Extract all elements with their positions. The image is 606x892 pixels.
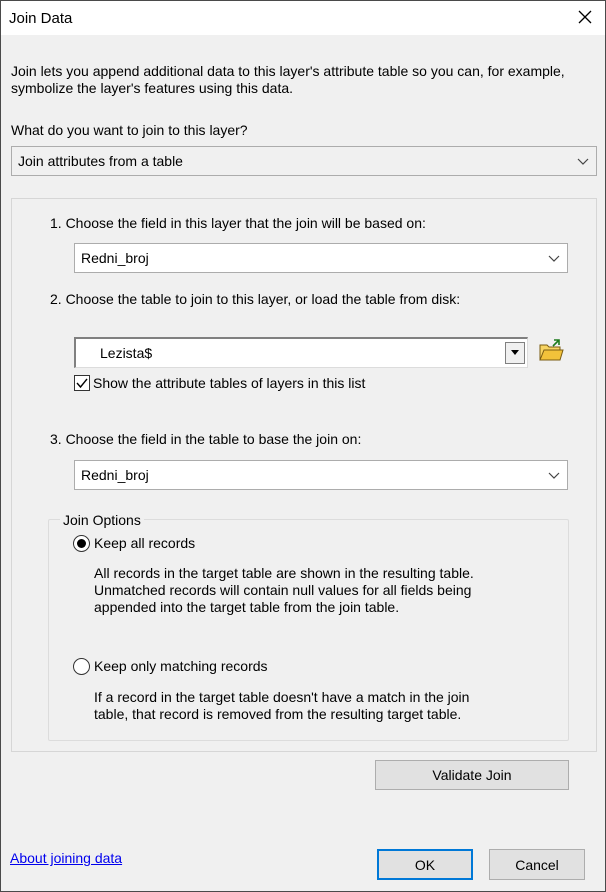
join-table-dropdown[interactable]: Lezista$	[74, 337, 528, 368]
join-table-value: Lezista$	[100, 345, 153, 361]
close-button[interactable]	[567, 1, 603, 33]
close-icon	[578, 10, 592, 24]
keep-matching-desc-line: If a record in the target table doesn't …	[94, 689, 470, 705]
keep-all-desc-line: Unmatched records will contain null valu…	[94, 582, 472, 598]
show-layer-tables-label: Show the attribute tables of layers in t…	[93, 375, 366, 391]
keep-all-desc-line: All records in the target table are show…	[94, 565, 474, 581]
radio-selected-dot	[77, 539, 86, 548]
table-field-dropdown[interactable]: Redni_broj	[74, 460, 568, 490]
keep-matching-records-radio[interactable]	[73, 658, 90, 675]
chevron-down-icon	[548, 472, 560, 479]
keep-all-records-description: All records in the target table are show…	[94, 565, 474, 616]
join-data-dialog: Join Data Join lets you append additiona…	[0, 0, 606, 892]
about-joining-data-link[interactable]: About joining data	[10, 850, 122, 866]
ok-button[interactable]: OK	[377, 849, 473, 880]
step3-label: 3. Choose the field in the table to base…	[50, 431, 362, 447]
table-field-value: Redni_broj	[81, 467, 149, 483]
join-table-dropdown-button[interactable]	[505, 342, 525, 364]
open-folder-icon	[539, 339, 564, 361]
keep-matching-desc-line: table, that record is removed from the r…	[94, 706, 462, 722]
checkmark-icon	[76, 378, 88, 389]
chevron-down-icon	[577, 158, 589, 165]
step1-label: 1. Choose the field in this layer that t…	[50, 215, 426, 231]
dialog-title: Join Data	[9, 10, 73, 27]
browse-table-button[interactable]	[538, 337, 564, 363]
keep-matching-records-description: If a record in the target table doesn't …	[94, 689, 469, 723]
show-layer-tables-checkbox[interactable]	[74, 375, 90, 391]
keep-all-records-radio[interactable]	[73, 535, 90, 552]
join-options-title: Join Options	[60, 512, 144, 528]
step2-label: 2. Choose the table to join to this laye…	[50, 291, 461, 307]
dropdown-arrow-icon	[511, 350, 519, 355]
keep-all-desc-line: appended into the target table from the …	[94, 599, 400, 615]
keep-all-records-label: Keep all records	[94, 535, 196, 551]
dialog-description: Join lets you append additional data to …	[11, 63, 565, 96]
layer-field-value: Redni_broj	[81, 250, 149, 266]
chevron-down-icon	[548, 255, 560, 262]
layer-field-dropdown[interactable]: Redni_broj	[74, 243, 568, 273]
join-type-dropdown[interactable]: Join attributes from a table	[11, 146, 597, 176]
keep-matching-records-label: Keep only matching records	[94, 658, 268, 674]
validate-join-button[interactable]: Validate Join	[375, 760, 569, 790]
join-type-question: What do you want to join to this layer?	[11, 122, 248, 138]
title-bar: Join Data	[1, 1, 605, 35]
join-type-value: Join attributes from a table	[18, 153, 183, 169]
cancel-button[interactable]: Cancel	[489, 849, 585, 880]
